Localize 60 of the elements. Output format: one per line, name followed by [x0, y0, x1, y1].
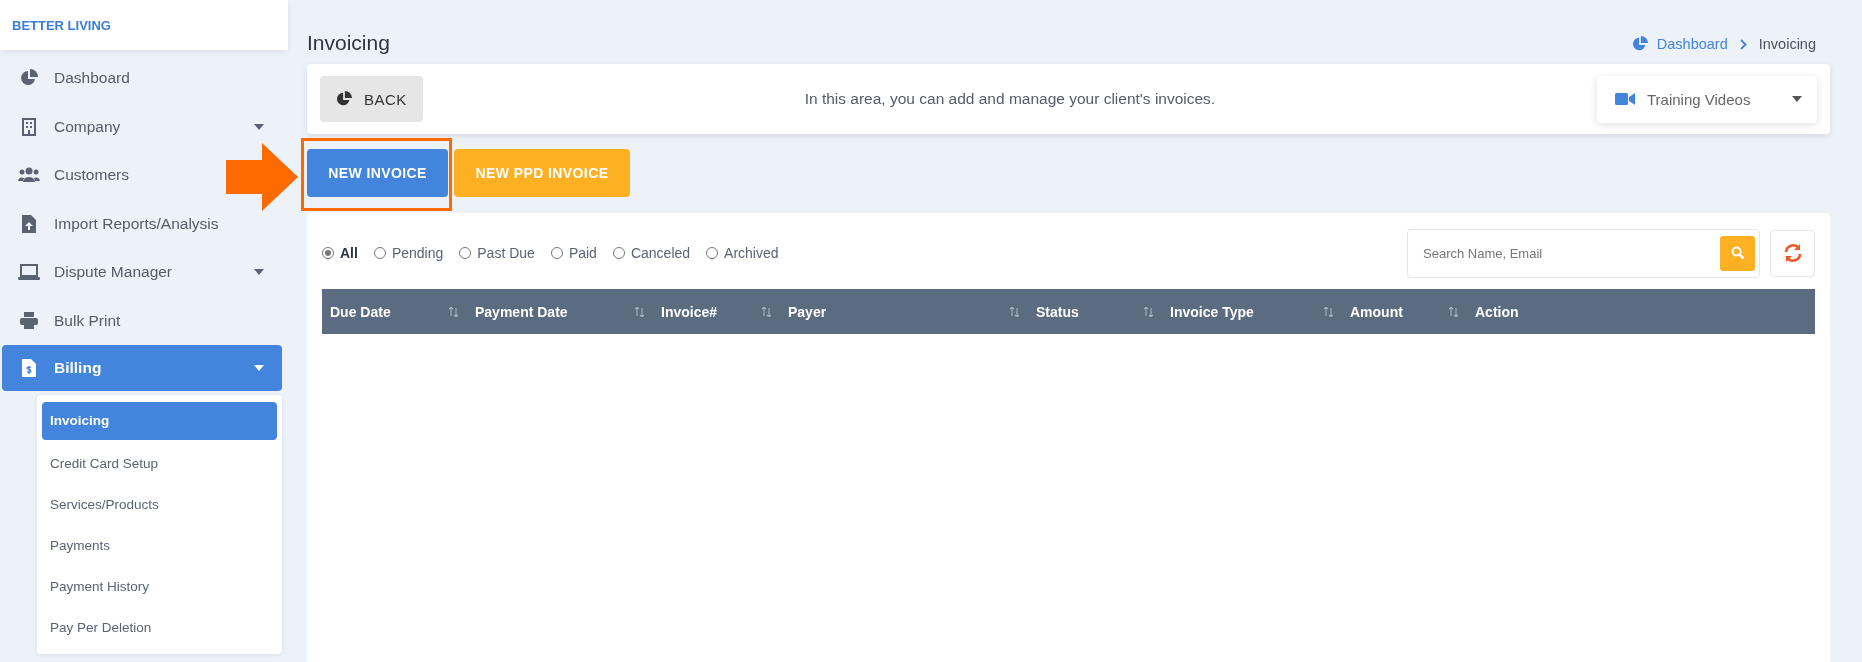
users-icon [18, 167, 40, 184]
filter-label: Past Due [477, 245, 535, 261]
pie-chart-icon [20, 69, 38, 88]
submenu-item[interactable]: Invoicing [42, 402, 277, 440]
file-upload-icon [22, 214, 36, 233]
sort-icon[interactable] [762, 306, 771, 317]
submenu-item[interactable]: Credit Card Setup [42, 443, 277, 484]
breadcrumb-link[interactable]: Dashboard [1656, 36, 1728, 52]
page-title: Invoicing [307, 31, 390, 55]
search-icon [1730, 246, 1745, 260]
building-icon [21, 117, 37, 136]
submenu-item[interactable]: Payments [42, 525, 277, 566]
chevron-right-icon [1739, 38, 1747, 50]
column-header[interactable]: Invoice Type [1170, 303, 1254, 320]
arrow-overlay [226, 143, 298, 211]
sort-icon[interactable] [1449, 306, 1458, 317]
sort-icon[interactable] [1324, 306, 1333, 317]
column-header[interactable]: Payer [788, 303, 827, 320]
column-header[interactable]: Status [1036, 303, 1079, 320]
description-text: In this area, you can add and manage your client's invoices. [804, 90, 1216, 107]
training-videos-dropdown[interactable]: Training Videos [1597, 75, 1817, 123]
filter-label: All [340, 245, 358, 261]
refresh-icon [1782, 243, 1803, 263]
search-button[interactable] [1720, 235, 1755, 271]
invoice-icon [22, 359, 36, 377]
sort-icon[interactable] [1144, 306, 1153, 317]
search-field[interactable]: Search Name, Email [1407, 228, 1760, 278]
pie-chart-icon [336, 91, 352, 107]
sort-icon[interactable] [449, 306, 458, 317]
laptop-icon [18, 264, 40, 281]
new-invoice-button[interactable]: NEW INVOICE [307, 149, 448, 197]
column-header[interactable]: Invoice# [661, 303, 718, 320]
sidebar-item[interactable]: Company [2, 102, 282, 151]
pie-chart-icon [1631, 36, 1648, 52]
sort-icon[interactable] [635, 306, 644, 317]
sidebar-item[interactable]: Customers [2, 151, 129, 200]
column-header[interactable]: Action [1475, 303, 1519, 320]
column-header[interactable]: Amount [1350, 303, 1403, 320]
sidebar-item[interactable]: Dashboard [2, 54, 130, 103]
sort-icon[interactable] [1010, 306, 1019, 317]
submenu-item[interactable]: Services/Products [42, 484, 277, 525]
sidebar-item[interactable]: Billing [2, 345, 282, 391]
submenu-item[interactable]: Payment History [42, 566, 277, 607]
back-button[interactable]: BACK [320, 76, 423, 122]
sidebar-item[interactable]: Dispute Manager [2, 248, 282, 297]
submenu-item[interactable]: Pay Per Deletion [42, 607, 277, 648]
filter-label: Paid [568, 245, 597, 261]
column-header[interactable]: Due Date [330, 303, 391, 320]
video-camera-icon [1615, 92, 1635, 106]
brand-name: BETTER LIVING [12, 17, 111, 33]
caret-icon [1792, 96, 1802, 102]
filter-label: Canceled [630, 245, 691, 261]
refresh-button[interactable] [1770, 229, 1815, 277]
column-header[interactable]: Payment Date [475, 303, 568, 320]
printer-icon [20, 312, 38, 330]
sidebar-item[interactable]: Bulk Print [2, 296, 121, 345]
breadcrumb-current: Invoicing [1758, 36, 1816, 52]
filter-label: Pending [391, 245, 444, 261]
filter-label: Archived [724, 245, 779, 261]
sidebar-item[interactable]: Import Reports/Analysis [2, 199, 219, 248]
